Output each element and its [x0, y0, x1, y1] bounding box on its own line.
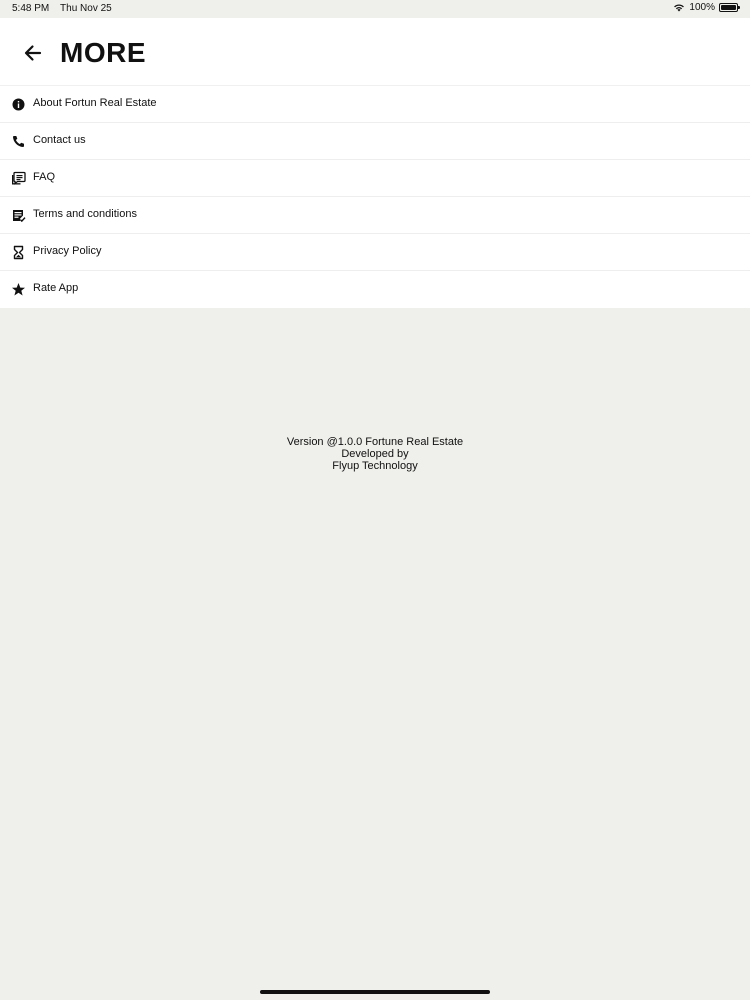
battery-percent: 100%	[689, 2, 715, 13]
header: MORE	[0, 18, 750, 86]
status-time: 5:48 PM	[12, 3, 50, 14]
menu-item-about[interactable]: About Fortun Real Estate	[0, 86, 750, 123]
menu-item-label: Privacy Policy	[33, 245, 102, 257]
menu-item-rate-app[interactable]: Rate App	[0, 271, 750, 308]
menu-item-label: Terms and conditions	[33, 208, 137, 220]
status-left: 5:48 PM Thu Nov 25	[12, 3, 112, 14]
status-date: Thu Nov 25	[60, 3, 112, 14]
menu-item-label: About Fortun Real Estate	[33, 97, 157, 109]
menu-item-privacy[interactable]: Privacy Policy	[0, 234, 750, 271]
info-icon	[12, 98, 25, 111]
menu-item-faq[interactable]: FAQ	[0, 160, 750, 197]
app-info: Version @1.0.0 Fortune Real Estate Devel…	[0, 436, 750, 472]
back-button[interactable]	[18, 38, 48, 68]
hourglass-icon	[13, 245, 24, 260]
arrow-left-icon	[24, 45, 42, 61]
menu-item-label: Contact us	[33, 134, 86, 146]
menu-item-terms[interactable]: Terms and conditions	[0, 197, 750, 234]
menu-item-label: Rate App	[33, 282, 79, 294]
battery-icon	[719, 3, 740, 12]
page-title: MORE	[60, 37, 146, 68]
status-right: 100%	[673, 2, 740, 13]
terms-icon	[13, 210, 26, 223]
company-name-text: Flyup Technology	[332, 460, 418, 472]
wifi-icon	[674, 4, 685, 12]
phone-icon	[13, 136, 24, 147]
menu-list: About Fortun Real Estate Contact us FAQ …	[0, 86, 750, 308]
faq-icon	[12, 171, 26, 185]
menu-item-label: FAQ	[33, 171, 56, 183]
version-text: Version @1.0.0 Fortune Real Estate	[286, 436, 464, 448]
menu-item-contact[interactable]: Contact us	[0, 123, 750, 160]
status-bar: 5:48 PM Thu Nov 25 100%	[0, 0, 750, 18]
developed-by-text: Developed by	[341, 448, 409, 460]
home-indicator[interactable]	[260, 990, 490, 994]
star-icon	[12, 283, 25, 296]
